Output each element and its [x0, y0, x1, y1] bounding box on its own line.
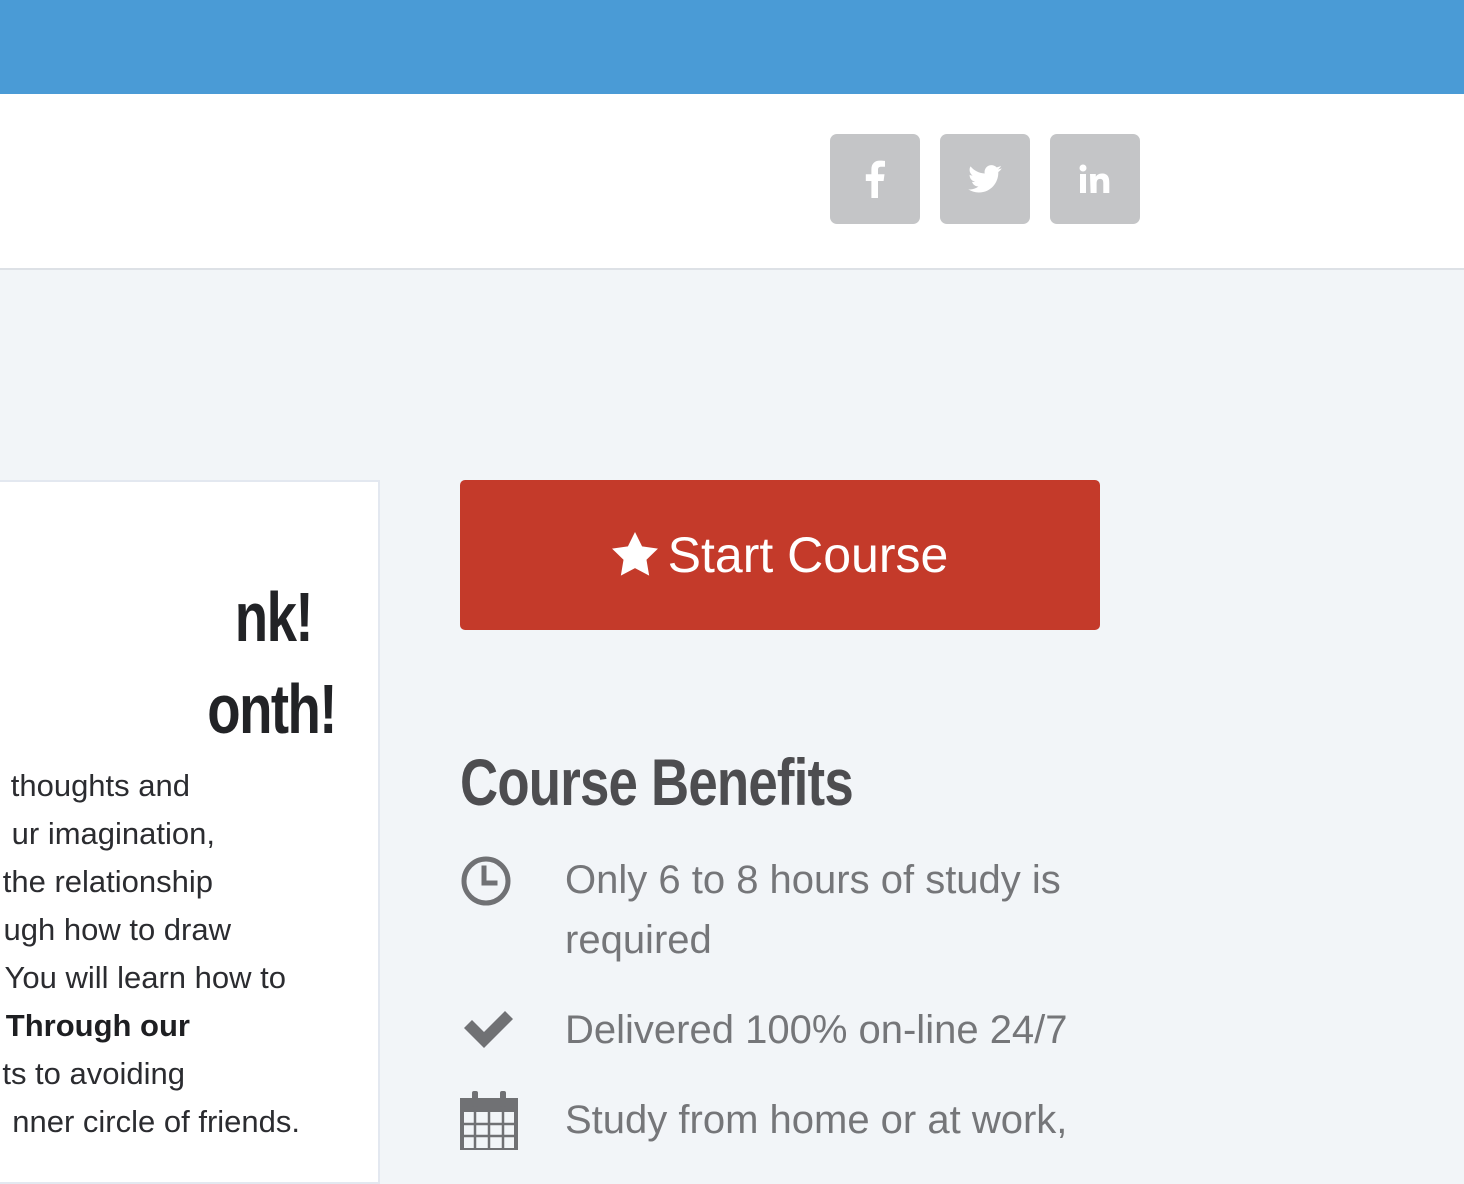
- card-text-line: ugh how to draw: [3, 912, 231, 947]
- facebook-icon: [865, 160, 885, 198]
- star-icon: [611, 532, 658, 576]
- card-text-line: ur imagination,: [11, 816, 215, 851]
- card-text-line: . Through our: [0, 1002, 190, 1050]
- benefits-title: Course Benefits: [460, 745, 854, 819]
- card-title-line-2: onth!: [207, 670, 337, 748]
- check-icon: [464, 1011, 513, 1048]
- clock-icon: [461, 856, 511, 906]
- card-text-line: the relationship: [2, 864, 213, 899]
- benefit-text: Delivered 100% on-line 24/7: [565, 1008, 1068, 1052]
- card-body-text: thoughts and ur imagination, the relatio…: [0, 762, 378, 1182]
- linkedin-button[interactable]: [1050, 134, 1140, 224]
- facebook-button[interactable]: [830, 134, 920, 224]
- header: [0, 94, 1464, 270]
- benefit-text: Study from home or at work,: [565, 1098, 1068, 1142]
- card-text-line: ts to avoiding: [2, 1056, 185, 1091]
- benefit-text: Only 6 to 8 hours of study is required: [565, 858, 1061, 962]
- top-bar: [0, 0, 1464, 94]
- card-text-bold: Through our: [5, 1008, 190, 1043]
- start-course-button[interactable]: Start Course: [460, 480, 1100, 630]
- linkedin-icon: [1079, 164, 1110, 193]
- calendar-icon: [460, 1091, 518, 1150]
- twitter-button[interactable]: [940, 134, 1030, 224]
- card-text-line: You will learn how to: [4, 960, 286, 995]
- course-description-card: nk! onth! thoughts and ur imagination, t…: [0, 480, 380, 1184]
- twitter-icon: [968, 165, 1002, 193]
- card-text-line: nner circle of friends.: [12, 1104, 300, 1139]
- card-text-line: thoughts and: [10, 768, 190, 803]
- card-title-line-1: nk!: [234, 578, 314, 656]
- start-course-label: Start Course: [667, 527, 949, 583]
